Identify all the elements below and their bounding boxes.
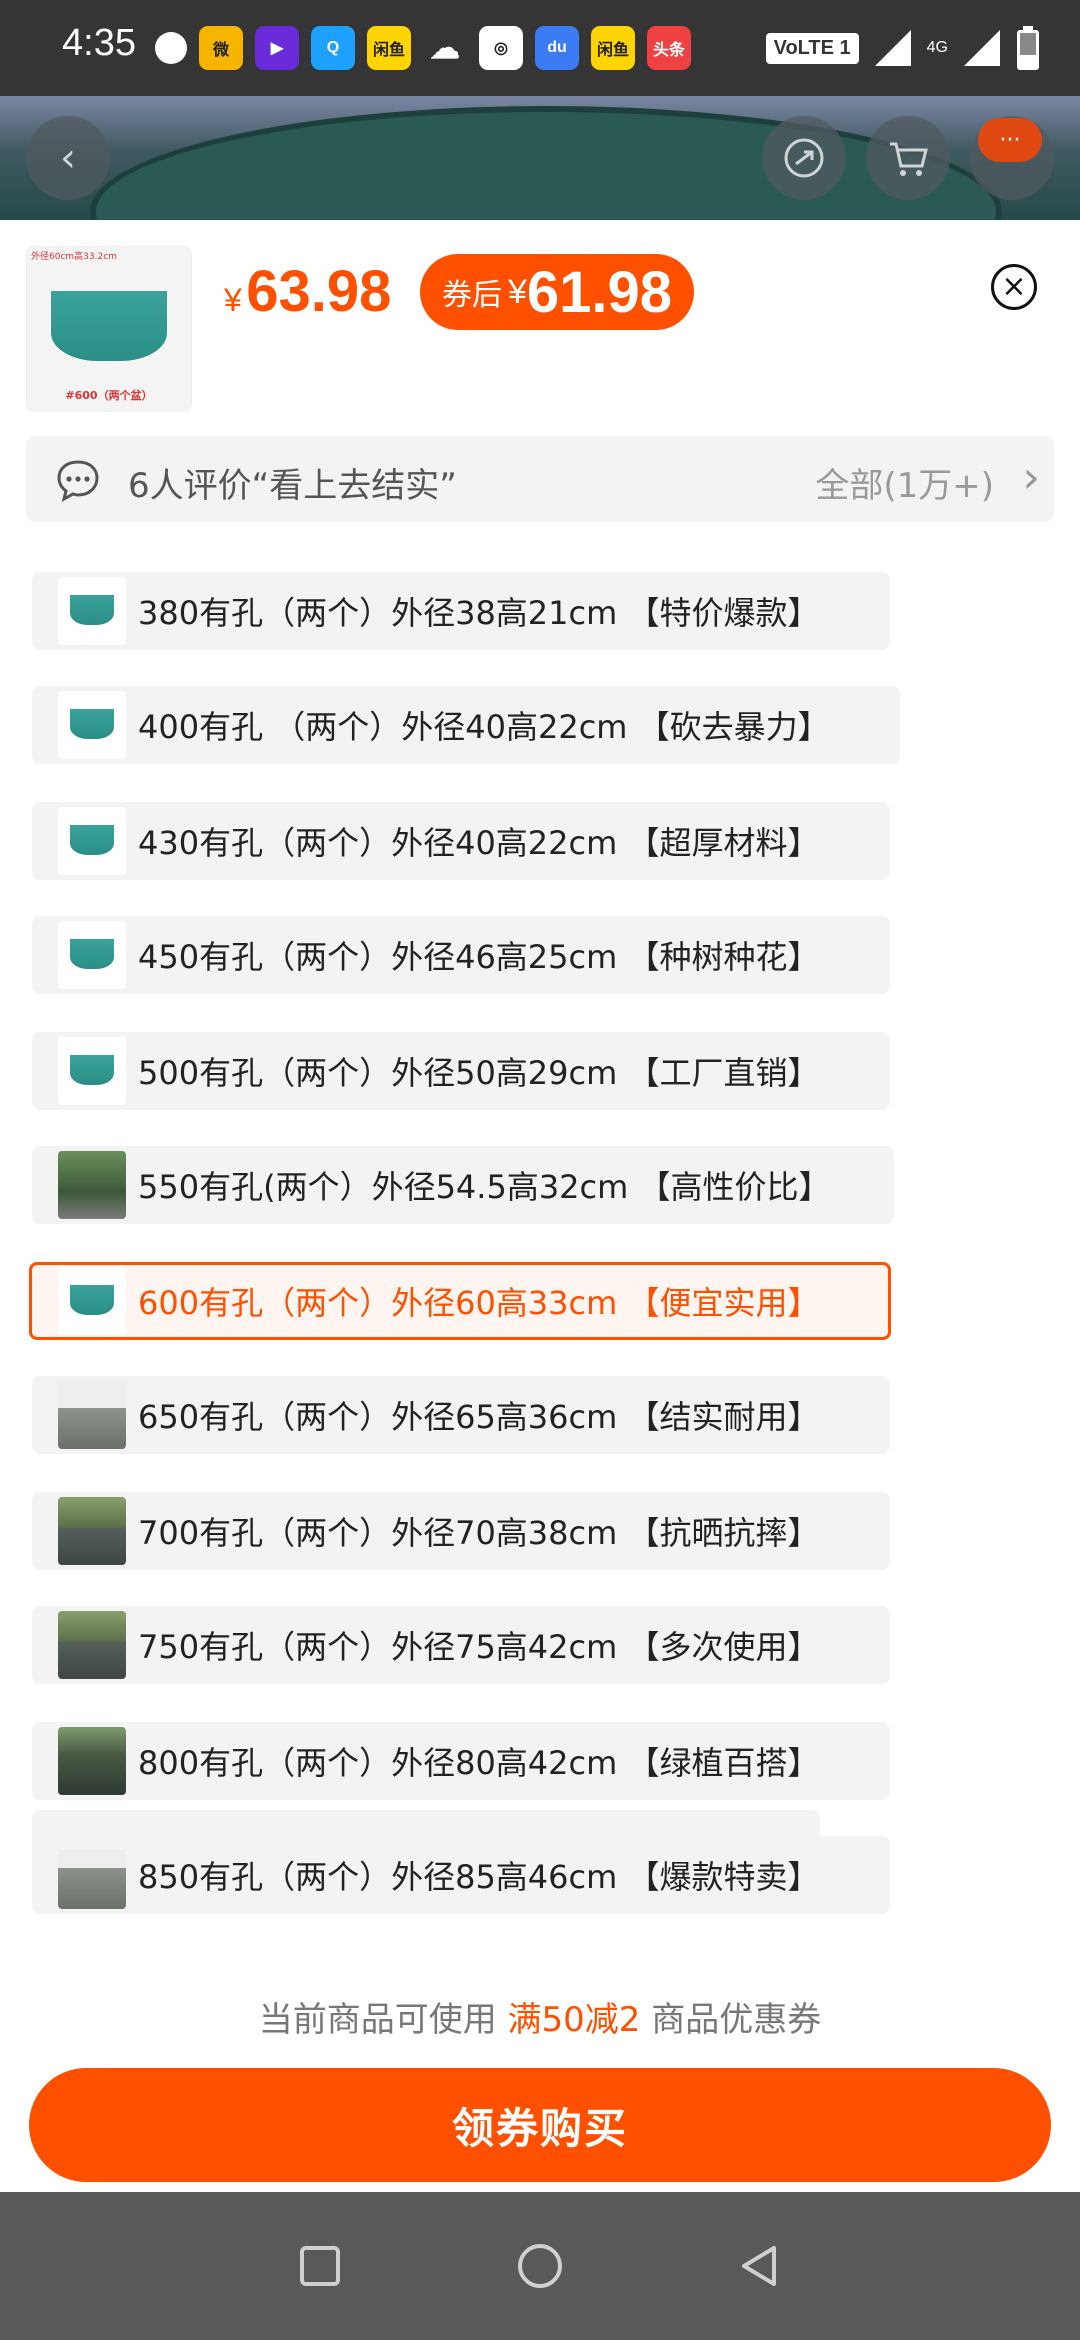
- sku-thumbnail: [58, 1497, 126, 1565]
- sku-option-label: 430有孔（两个）外径40高22cm 【超厚材料】: [138, 824, 820, 862]
- cart-button[interactable]: [866, 116, 950, 200]
- coupon-note: 当前商品可使用 满50减2 商品优惠券: [0, 1992, 1080, 2041]
- sku-option-partial[interactable]: [32, 1810, 820, 1850]
- cart-icon: [890, 142, 928, 176]
- coupon-price-badge: 券后 ¥ 61.98: [420, 254, 695, 330]
- pot-image: [70, 825, 114, 855]
- sku-option-label: 700有孔（两个）外径70高38cm 【抗晒抗摔】: [138, 1514, 820, 1552]
- system-nav-bar: [0, 2192, 1080, 2340]
- xianyu-icon-2: 闲鱼: [591, 26, 635, 70]
- notification-icons: 微 ▶ Q 闲鱼 ☁ ◎ du 闲鱼 头条: [155, 24, 691, 72]
- price-currency: ¥: [224, 282, 242, 318]
- xianyu-icon: 闲鱼: [367, 26, 411, 70]
- baidu-icon: du: [535, 26, 579, 70]
- sku-option-label: 500有孔（两个）外径50高29cm 【工厂直销】: [138, 1054, 820, 1092]
- sku-option[interactable]: 550有孔(两个）外径54.5高32cm 【高性价比】: [32, 1146, 894, 1224]
- coupon-currency: ¥: [508, 272, 527, 311]
- chevron-left-icon: ‹: [60, 135, 76, 181]
- sku-thumbnail: [58, 1381, 126, 1449]
- price-value: 63.98: [246, 259, 392, 324]
- sku-option-selected[interactable]: 600有孔（两个）外径60高33cm 【便宜实用】: [29, 1262, 891, 1340]
- pot-image: [70, 939, 114, 969]
- pot-image: [70, 709, 114, 739]
- sku-thumbnail: [58, 1841, 126, 1909]
- sku-option[interactable]: 750有孔（两个）外径75高42cm 【多次使用】: [32, 1606, 890, 1684]
- sku-thumbnail: [58, 1037, 126, 1105]
- product-image: [90, 106, 1002, 220]
- more-icon[interactable]: ···: [978, 118, 1042, 162]
- sku-option-label: 750有孔（两个）外径75高42cm 【多次使用】: [138, 1628, 820, 1666]
- sku-option-label: 600有孔（两个）外径60高33cm 【便宜实用】: [138, 1284, 820, 1322]
- review-all-count[interactable]: 全部(1万+): [815, 458, 994, 507]
- coupon-price: 61.98: [526, 259, 673, 325]
- browser-icon: ◎: [479, 26, 523, 70]
- sku-option[interactable]: 650有孔（两个）外径65高36cm 【结实耐用】: [32, 1376, 890, 1454]
- sku-thumbnail: [58, 807, 126, 875]
- sku-option-label: 800有孔（两个）外径80高42cm 【绿植百搭】: [138, 1744, 820, 1782]
- share-icon: [784, 138, 824, 178]
- chevron-right-icon: ›: [1022, 452, 1040, 503]
- pot-image: [51, 291, 167, 361]
- sku-thumbnail: [58, 577, 126, 645]
- status-bar: 4:35 微 ▶ Q 闲鱼 ☁ ◎ du 闲鱼 头条 VoLTE 1 4G: [0, 0, 1080, 96]
- sku-thumbnail: [58, 1151, 126, 1219]
- battery-icon: [1017, 26, 1039, 70]
- review-summary[interactable]: 6人评价“看上去结实” 全部(1万+) ›: [26, 436, 1054, 522]
- triangle-back-icon[interactable]: [730, 2236, 790, 2296]
- share-button[interactable]: [762, 116, 846, 200]
- coupon-note-prefix: 当前商品可使用: [258, 2000, 508, 2040]
- selected-product-thumbnail[interactable]: 外径60cm高33.2cm #600（两个盆）: [26, 246, 192, 412]
- toutiao-icon: 头条: [647, 26, 691, 70]
- sku-thumbnail: [58, 1267, 126, 1335]
- sku-option[interactable]: 700有孔（两个）外径70高38cm 【抗晒抗摔】: [32, 1492, 890, 1570]
- close-button[interactable]: ×: [991, 264, 1037, 310]
- message-icon: [155, 32, 187, 64]
- thumb-caption-bottom: #600（两个盆）: [65, 389, 153, 402]
- square-icon[interactable]: [290, 2236, 350, 2296]
- sku-option-label: 850有孔（两个）外径85高46cm 【爆款特卖】: [138, 1858, 820, 1896]
- sku-option[interactable]: 380有孔（两个）外径38高21cm 【特价爆款】: [32, 572, 890, 650]
- coupon-label: 券后: [442, 278, 502, 313]
- coupon-note-suffix: 商品优惠券: [640, 2000, 822, 2040]
- price: ¥ 63.98: [224, 258, 391, 325]
- sku-option[interactable]: 430有孔（两个）外径40高22cm 【超厚材料】: [32, 802, 890, 880]
- volte-badge: VoLTE 1: [765, 32, 859, 64]
- sku-option-label: 380有孔（两个）外径38高21cm 【特价爆款】: [138, 594, 820, 632]
- cloud-icon: ☁: [423, 26, 467, 70]
- qq-icon: Q: [311, 26, 355, 70]
- back-button[interactable]: ‹: [26, 116, 110, 200]
- pot-image: [70, 595, 114, 625]
- sku-thumbnail: [58, 1727, 126, 1795]
- pot-image: [70, 1285, 114, 1315]
- video-app-icon: ▶: [255, 26, 299, 70]
- sku-selection-sheet: 外径60cm高33.2cm #600（两个盆） ¥ 63.98 券后 ¥ 61.…: [0, 220, 1080, 2192]
- sku-option[interactable]: 400有孔 （两个）外径40高22cm 【砍去暴力】: [32, 686, 900, 764]
- sku-thumbnail: [58, 691, 126, 759]
- pot-image: [70, 1055, 114, 1085]
- signal-icon-2: [964, 30, 1000, 66]
- network-type: 4G: [926, 39, 948, 56]
- sku-options-list[interactable]: 380有孔（两个）外径38高21cm 【特价爆款】 400有孔 （两个）外径40高…: [0, 572, 1080, 2020]
- sku-thumbnail: [58, 1611, 126, 1679]
- sku-option-label: 650有孔（两个）外径65高36cm 【结实耐用】: [138, 1398, 820, 1436]
- sku-thumbnail: [58, 921, 126, 989]
- circle-icon[interactable]: [510, 2236, 570, 2296]
- review-text: 6人评价“看上去结实”: [128, 466, 457, 506]
- sku-option-label: 400有孔 （两个）外径40高22cm 【砍去暴力】: [138, 708, 830, 746]
- status-right: VoLTE 1 4G: [765, 26, 1040, 70]
- sku-option-label: 550有孔(两个）外径54.5高32cm 【高性价比】: [138, 1168, 831, 1206]
- chat-bubble-icon: [57, 460, 99, 502]
- close-icon: ×: [1001, 269, 1027, 304]
- signal-icon: [874, 30, 911, 66]
- status-time: 4:35: [62, 22, 136, 64]
- sku-option[interactable]: 500有孔（两个）外径50高29cm 【工厂直销】: [32, 1032, 890, 1110]
- sku-option[interactable]: 450有孔（两个）外径46高25cm 【种树种花】: [32, 916, 890, 994]
- sku-option[interactable]: 800有孔（两个）外径80高42cm 【绿植百搭】: [32, 1722, 890, 1800]
- claim-coupon-buy-button[interactable]: 领券购买: [29, 2068, 1051, 2182]
- weibo-icon: 微: [199, 26, 243, 70]
- sku-option-label: 450有孔（两个）外径46高25cm 【种树种花】: [138, 938, 820, 976]
- coupon-note-highlight: 满50减2: [507, 2000, 641, 2040]
- thumb-caption-top: 外径60cm高33.2cm: [31, 252, 117, 262]
